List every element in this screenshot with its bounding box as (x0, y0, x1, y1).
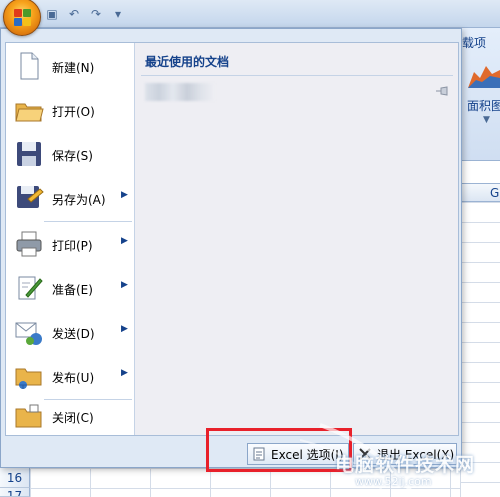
office-menu: 新建(N) 打开(O) 保存(S) 另存为(A) ▶ 打印(P) ▶ 准备(E)… (0, 28, 462, 468)
menu-item-label: 发布(U) (52, 371, 95, 385)
chevron-down-icon[interactable]: ▼ (483, 115, 490, 125)
recent-documents-title: 最近使用的文档 (145, 55, 230, 69)
office-menu-commands: 新建(N) 打开(O) 保存(S) 另存为(A) ▶ 打印(P) ▶ 准备(E)… (6, 43, 134, 435)
publish-icon (15, 368, 42, 389)
submenu-arrow-icon: ▶ (121, 236, 128, 246)
menu-item-new[interactable]: 新建(N) (6, 45, 134, 87)
prepare-document-icon (18, 276, 43, 300)
menu-item-label: 准备(E) (52, 283, 93, 297)
new-document-icon (20, 52, 39, 80)
printer-icon (16, 231, 42, 257)
menu-item-label: 另存为(A) (52, 193, 106, 207)
save-as-icon (17, 186, 44, 208)
pin-icon[interactable] (435, 84, 451, 98)
quick-access-toolbar-strip: ▣ ↶ ↷ ▾ (0, 0, 500, 28)
menu-item-send[interactable]: 发送(D) ▶ (6, 311, 134, 353)
menu-item-save[interactable]: 保存(S) (6, 133, 134, 175)
menu-item-label: 新建(N) (52, 61, 95, 75)
menu-item-label: 打开(O) (52, 105, 95, 119)
column-header-g[interactable]: G (460, 184, 500, 202)
recent-documents-pane: 最近使用的文档 (134, 43, 458, 435)
undo-icon[interactable]: ↶ (66, 6, 82, 22)
office-logo-icon (14, 9, 32, 27)
customize-toolbar-icon[interactable]: ▾ (110, 6, 126, 22)
submenu-arrow-icon: ▶ (121, 280, 128, 290)
menu-item-prepare[interactable]: 准备(E) ▶ (6, 267, 134, 309)
save-floppy-icon (17, 142, 41, 166)
menu-item-label: 关闭(C) (52, 411, 94, 425)
excel-options-button[interactable]: Excel 选项(I) (247, 443, 349, 465)
area-chart-icon[interactable] (468, 62, 500, 88)
submenu-arrow-icon: ▶ (121, 190, 128, 200)
close-folder-icon (15, 404, 42, 428)
recent-documents-separator (141, 75, 453, 76)
worksheet-grid-bottom[interactable] (30, 468, 460, 497)
menu-item-print[interactable]: 打印(P) ▶ (6, 223, 134, 265)
menu-item-close[interactable]: 关闭(C) (6, 395, 134, 437)
excel-options-label: Excel 选项(I) (271, 447, 344, 462)
menu-item-label: 发送(D) (52, 327, 95, 341)
exit-excel-label: 退出 Excel(X) (377, 447, 455, 462)
row-header-17[interactable]: 17 (0, 488, 30, 497)
menu-item-label: 打印(P) (52, 239, 93, 253)
area-chart-button-label[interactable]: 面积图 (467, 97, 500, 114)
menu-separator (44, 221, 132, 222)
open-folder-icon (15, 103, 44, 122)
options-document-icon (253, 447, 265, 461)
submenu-arrow-icon: ▶ (121, 368, 128, 378)
ribbon-tab-addins[interactable]: 载项 (462, 34, 486, 51)
menu-item-save-as[interactable]: 另存为(A) ▶ (6, 177, 134, 219)
quick-access-toolbar: ▣ ↶ ↷ ▾ (44, 4, 126, 24)
formula-bar[interactable] (460, 160, 500, 184)
menu-item-label: 保存(S) (52, 149, 93, 163)
row-header-16[interactable]: 16 (0, 468, 30, 488)
worksheet-grid[interactable] (460, 202, 500, 497)
send-icon (15, 322, 42, 345)
save-icon[interactable]: ▣ (44, 6, 60, 22)
submenu-arrow-icon: ▶ (121, 324, 128, 334)
menu-item-open[interactable]: 打开(O) (6, 89, 134, 131)
close-icon (359, 448, 371, 460)
redo-icon[interactable]: ↷ (88, 6, 104, 22)
menu-item-publish[interactable]: 发布(U) ▶ (6, 355, 134, 397)
recent-document-item-blurred[interactable] (145, 83, 215, 101)
exit-excel-button[interactable]: 退出 Excel(X) (353, 443, 457, 465)
